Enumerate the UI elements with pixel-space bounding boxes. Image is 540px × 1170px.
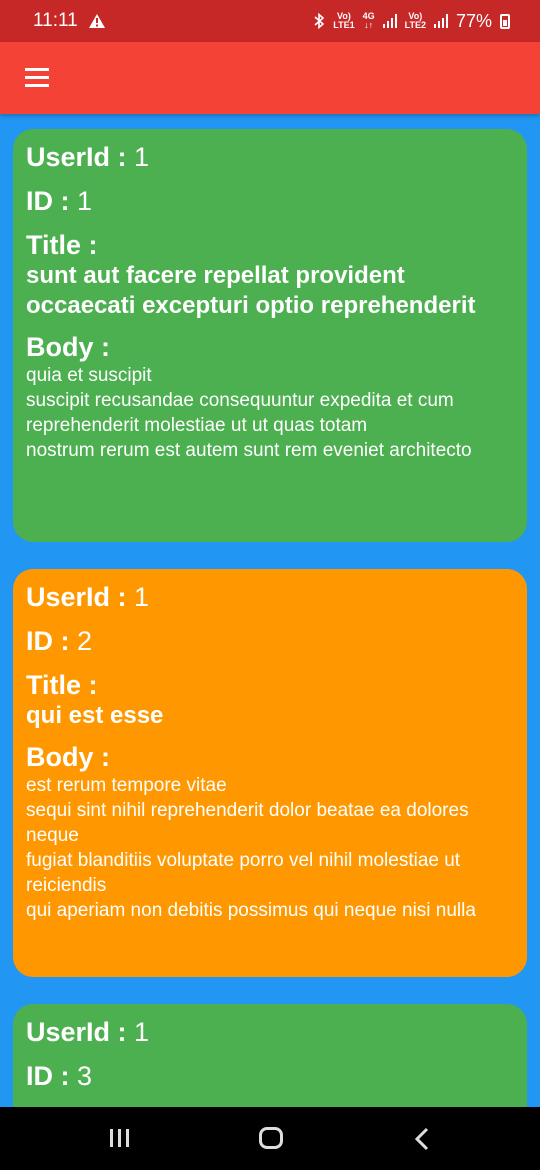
lte1-indicator: Vo) LTE1: [333, 11, 355, 30]
status-bar: 11:11 Vo) LTE1 4G ↓↑ Vo) LTE2 77%: [0, 0, 540, 42]
id-row: ID : 2: [26, 625, 514, 657]
id-value: 3: [77, 1061, 93, 1091]
battery-percent: 77%: [455, 10, 492, 31]
id-value: 2: [77, 626, 93, 656]
back-icon[interactable]: [412, 1127, 432, 1151]
userid-row: UserId : 1: [26, 581, 514, 613]
warning-icon: [88, 14, 105, 28]
home-icon[interactable]: [259, 1127, 283, 1149]
userid-label: UserId :: [26, 142, 127, 172]
body-value: est rerum tempore vitae sequi sint nihil…: [26, 775, 476, 921]
userid-value: 1: [134, 582, 150, 612]
bluetooth-icon: [314, 13, 325, 29]
id-row: ID : 1: [26, 185, 514, 217]
lte2-indicator: Vo) LTE2: [404, 11, 426, 30]
id-value: 1: [77, 186, 93, 216]
id-label: ID :: [26, 1061, 70, 1091]
post-list[interactable]: UserId : 1 ID : 1 Title : sunt aut facer…: [0, 114, 540, 1107]
userid-value: 1: [134, 142, 150, 172]
recent-apps-icon[interactable]: [110, 1129, 132, 1147]
signal-icon-2: [433, 14, 448, 28]
userid-row: UserId : 1: [26, 141, 514, 173]
id-label: ID :: [26, 626, 70, 656]
post-card[interactable]: UserId : 1 ID : 1 Title : sunt aut facer…: [13, 129, 527, 542]
battery-icon: [500, 13, 510, 29]
title-value: qui est esse: [26, 702, 164, 729]
app-bar: [0, 42, 540, 114]
userid-value: 1: [134, 1017, 150, 1047]
status-time: 11:11: [33, 10, 78, 31]
signal-icon: [382, 14, 397, 28]
post-card[interactable]: UserId : 1 ID : 2 Title : qui est esse B…: [13, 569, 527, 977]
userid-row: UserId : 1: [26, 1016, 514, 1048]
title-label: Title :: [26, 670, 98, 700]
post-card[interactable]: UserId : 1 ID : 3: [13, 1004, 527, 1107]
title-label: Title :: [26, 230, 98, 260]
userid-label: UserId :: [26, 582, 127, 612]
id-label: ID :: [26, 186, 70, 216]
id-row: ID : 3: [26, 1060, 514, 1092]
userid-label: UserId :: [26, 1017, 127, 1047]
4g-indicator: 4G ↓↑: [362, 11, 375, 30]
title-value: sunt aut facere repellat provident occae…: [26, 262, 476, 319]
navigation-bar: [0, 1107, 540, 1170]
menu-icon[interactable]: [25, 68, 49, 88]
body-value: quia et suscipit suscipit recusandae con…: [26, 365, 472, 461]
body-label: Body :: [26, 742, 110, 772]
body-label: Body :: [26, 332, 110, 362]
